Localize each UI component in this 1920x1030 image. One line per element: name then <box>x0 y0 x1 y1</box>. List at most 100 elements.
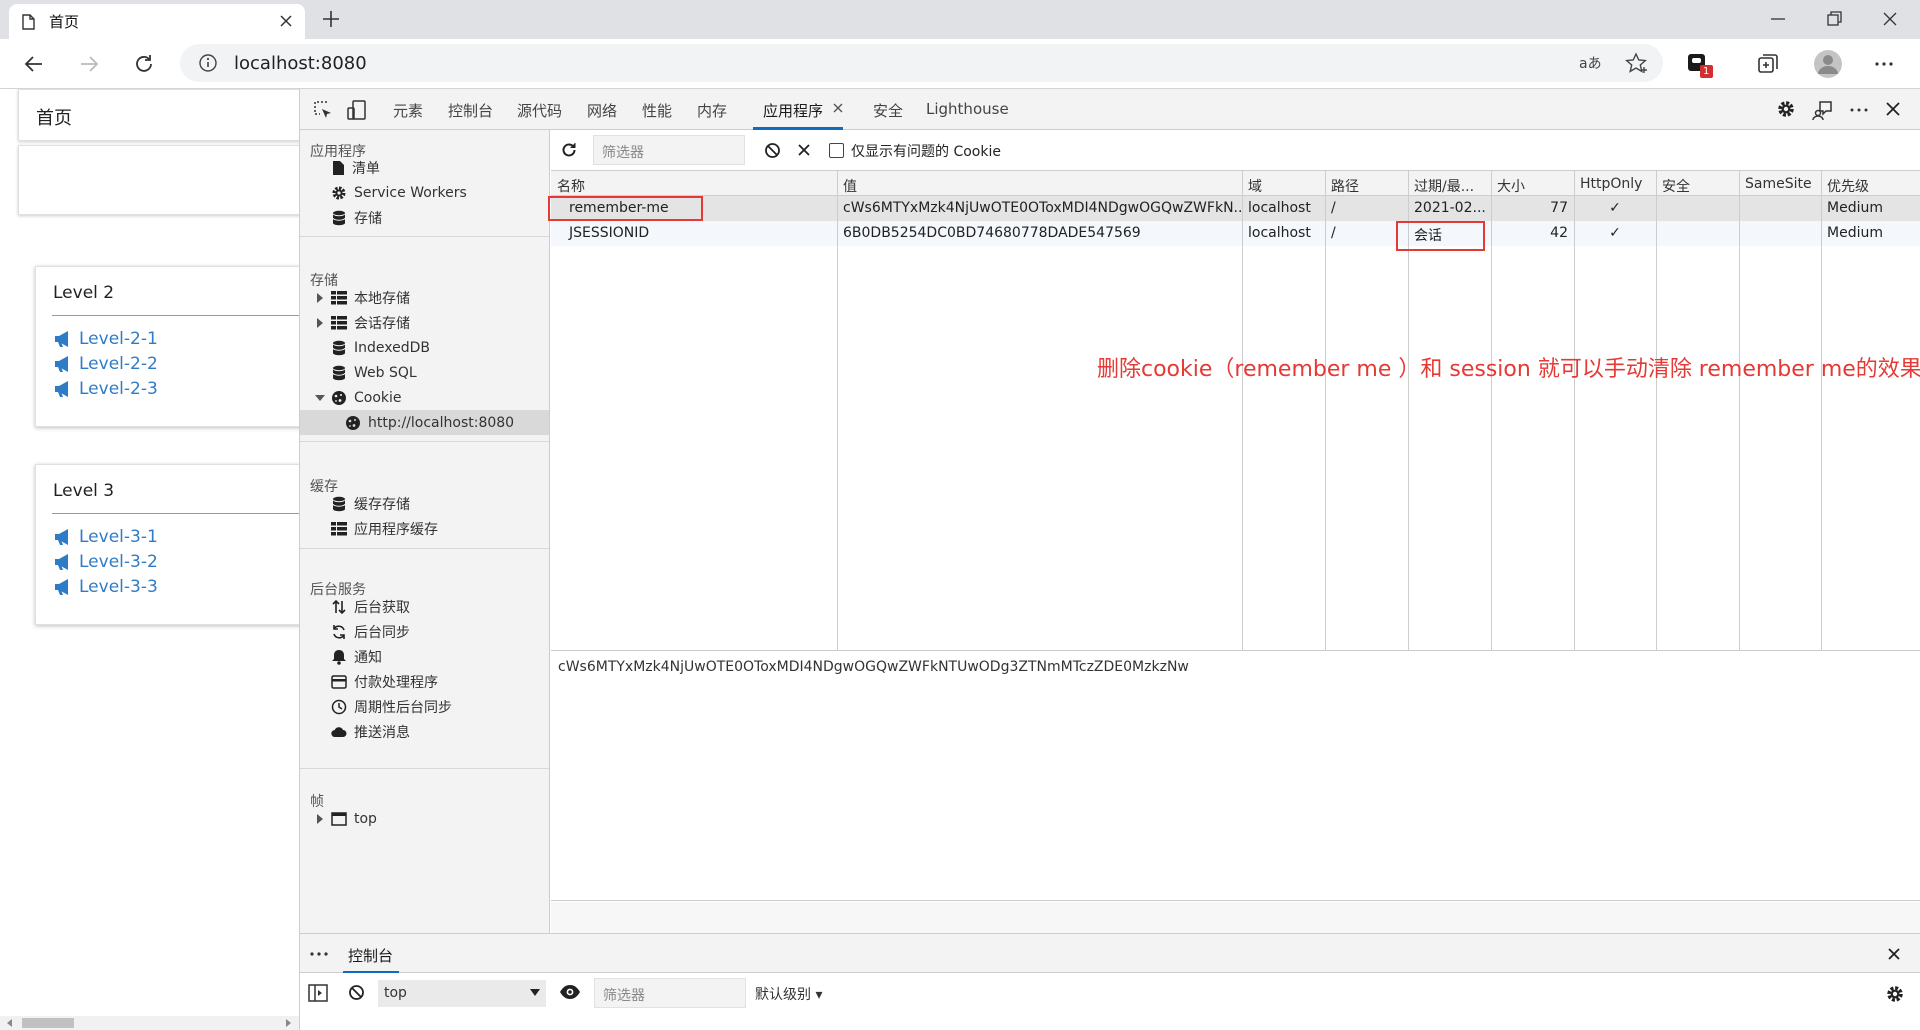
column-header[interactable]: 值 <box>837 171 1242 196</box>
column-header[interactable]: 大小 <box>1491 171 1574 196</box>
level-link[interactable]: Level-2-2 <box>36 351 299 376</box>
column-header[interactable]: SameSite <box>1739 171 1821 196</box>
sidebar-item-indexeddb[interactable]: IndexedDB <box>331 335 430 360</box>
tab-console[interactable]: 控制台 <box>448 100 493 121</box>
sidebar-item-payment-handler[interactable]: 付款处理程序 <box>331 669 438 694</box>
level-link[interactable]: Level-3-3 <box>36 574 299 599</box>
inspect-element-icon[interactable] <box>312 99 334 121</box>
tab-memory[interactable]: 内存 <box>697 100 727 121</box>
feedback-icon[interactable] <box>1812 99 1834 121</box>
sidebar-item-background-fetch[interactable]: 后台获取 <box>331 594 410 619</box>
expand-arrow-icon[interactable] <box>316 293 324 303</box>
column-header[interactable]: 名称 <box>551 171 837 196</box>
tab-application[interactable]: 应用程序 <box>763 100 823 121</box>
expand-arrow-icon[interactable] <box>316 318 324 328</box>
sidebar-item-session-storage[interactable]: 会话存储 <box>331 310 410 335</box>
cookie-secure-cell <box>1656 221 1739 246</box>
level-link[interactable]: Level-3-2 <box>36 549 299 574</box>
clear-all-icon[interactable] <box>764 142 781 159</box>
column-header[interactable]: 优先级 <box>1821 171 1920 196</box>
close-tab-icon[interactable] <box>832 102 844 114</box>
sidebar-item-cache-storage[interactable]: 缓存存储 <box>331 491 410 516</box>
gear-icon <box>331 185 354 201</box>
sidebar-item-manifest[interactable]: 清单 <box>331 155 380 180</box>
tab-sources[interactable]: 源代码 <box>517 100 562 121</box>
sidebar-item-cookie-origin[interactable]: http://localhost:8080 <box>300 410 549 435</box>
scrollbar-thumb[interactable] <box>22 1018 74 1028</box>
close-tab-icon[interactable] <box>277 12 295 30</box>
sidebar-item-web-sql[interactable]: Web SQL <box>331 360 417 385</box>
expand-arrow-icon[interactable] <box>316 814 324 824</box>
minimize-icon[interactable] <box>1767 8 1789 30</box>
close-window-icon[interactable] <box>1879 8 1901 30</box>
sidebar-item-label: Cookie <box>354 389 402 406</box>
console-filter-input[interactable]: 筛选器 <box>594 978 746 1008</box>
sidebar-item-background-sync[interactable]: 后台同步 <box>331 619 410 644</box>
more-options-icon[interactable] <box>1848 99 1870 121</box>
close-drawer-icon[interactable] <box>1887 947 1901 961</box>
level-link[interactable]: Level-3-1 <box>36 524 299 549</box>
drawer-more-icon[interactable] <box>308 944 330 964</box>
column-header[interactable]: 域 <box>1242 171 1325 196</box>
log-levels-dropdown[interactable]: 默认级别 ▾ <box>755 984 822 1004</box>
forward-icon[interactable] <box>77 52 101 76</box>
sidebar-item-frame-top[interactable]: top <box>331 806 377 831</box>
column-header[interactable]: 安全 <box>1656 171 1739 196</box>
favorite-icon[interactable] <box>1625 52 1649 74</box>
collapse-arrow-icon[interactable] <box>315 394 325 402</box>
browser-tab[interactable]: 首页 <box>9 4 305 39</box>
sidebar-item-label: http://localhost:8080 <box>368 414 515 431</box>
tab-network[interactable]: 网络 <box>587 100 617 121</box>
context-select[interactable]: top <box>378 980 546 1007</box>
device-toolbar-icon[interactable] <box>346 99 368 121</box>
tab-security[interactable]: 安全 <box>873 100 903 121</box>
back-icon[interactable] <box>22 52 46 76</box>
new-tab-icon[interactable] <box>320 8 342 30</box>
level-3-card: Level 3 Level-3-1 Level-3-2 Level-3-3 <box>35 464 299 625</box>
more-menu-icon[interactable] <box>1872 52 1896 76</box>
megaphone-icon <box>53 553 79 571</box>
column-header[interactable]: 路径 <box>1325 171 1408 196</box>
close-devtools-icon[interactable] <box>1885 101 1901 117</box>
sidebar-toggle-icon[interactable] <box>308 984 328 1002</box>
tab-performance[interactable]: 性能 <box>642 100 672 121</box>
refresh-icon[interactable] <box>132 52 156 76</box>
info-icon[interactable] <box>198 53 218 73</box>
tab-elements[interactable]: 元素 <box>393 100 423 121</box>
profile-avatar-icon[interactable] <box>1813 49 1843 79</box>
address-bar[interactable]: localhost:8080 aあ <box>180 44 1663 82</box>
refresh-icon[interactable] <box>561 142 577 158</box>
sidebar-item-notifications[interactable]: 通知 <box>331 644 382 669</box>
sidebar-item-app-cache[interactable]: 应用程序缓存 <box>331 516 438 541</box>
console-settings-gear-icon[interactable] <box>1885 984 1905 1004</box>
scroll-right-icon[interactable] <box>284 1019 292 1027</box>
live-expression-eye-icon[interactable] <box>559 984 581 1000</box>
home-nav-item[interactable]: 首页 <box>19 90 299 130</box>
extension-icon[interactable] <box>1686 51 1716 79</box>
tab-lighthouse[interactable]: Lighthouse <box>926 100 1009 118</box>
sidebar-item-push-messaging[interactable]: 推送消息 <box>331 719 410 744</box>
gear-icon[interactable] <box>1776 99 1796 119</box>
sidebar-item-storage[interactable]: 存储 <box>331 205 382 230</box>
delete-selected-icon[interactable] <box>797 143 811 157</box>
sidebar-item-cookie[interactable]: Cookie <box>331 385 402 410</box>
column-header[interactable]: HttpOnly <box>1574 171 1656 196</box>
drawer-tab-console[interactable]: 控制台 <box>348 945 393 966</box>
tab-title: 首页 <box>49 13 80 31</box>
megaphone-icon <box>53 355 79 373</box>
cloud-icon <box>331 726 354 738</box>
sidebar-item-service-workers[interactable]: Service Workers <box>331 180 467 205</box>
level-link[interactable]: Level-2-3 <box>36 376 299 401</box>
read-aloud-icon[interactable]: aあ <box>1578 53 1602 73</box>
column-header[interactable]: 过期/最... <box>1408 171 1491 196</box>
clear-console-icon[interactable] <box>348 984 365 1001</box>
level-link[interactable]: Level-2-1 <box>36 326 299 351</box>
only-issues-checkbox[interactable] <box>829 143 844 158</box>
sidebar-item-periodic-sync[interactable]: 周期性后台同步 <box>331 694 452 719</box>
collections-icon[interactable] <box>1756 52 1780 76</box>
horizontal-scrollbar[interactable] <box>0 1016 299 1030</box>
cookie-filter-input[interactable]: 筛选器 <box>593 135 745 165</box>
scroll-left-icon[interactable] <box>6 1019 14 1027</box>
restore-icon[interactable] <box>1823 8 1845 30</box>
sidebar-item-local-storage[interactable]: 本地存储 <box>331 285 410 310</box>
